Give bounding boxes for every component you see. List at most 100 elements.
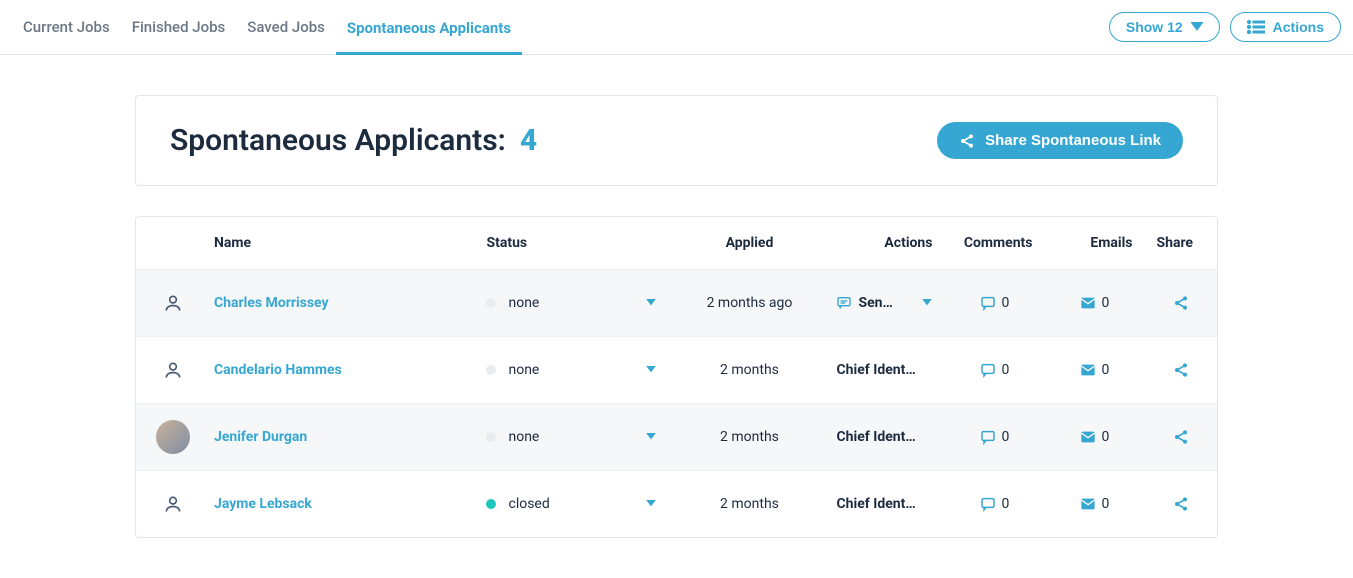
col-actions: Actions: [824, 217, 944, 270]
tab-spontaneous-applicants[interactable]: Spontaneous Applicants: [336, 1, 522, 55]
email-icon: [1080, 295, 1096, 311]
email-icon: [1080, 362, 1096, 378]
table-row: Jayme Lebsack closed 2 months Chief Ident… 0…: [136, 471, 1217, 538]
applied-text: 2 months: [674, 337, 824, 404]
share-link-button[interactable]: Share Spontaneous Link: [937, 122, 1183, 159]
table-row: Candelario Hammes none 2 months Chief Ident…: [136, 337, 1217, 404]
content-area: Spontaneous Applicants: 4 Share Spontane…: [0, 55, 1353, 578]
caret-down-icon: [646, 496, 656, 512]
comment-icon: [980, 429, 996, 445]
col-applied: Applied: [674, 217, 824, 270]
share-icon: [1173, 362, 1189, 378]
caret-down-icon: [922, 295, 932, 311]
email-icon: [1080, 496, 1096, 512]
status-text: none: [508, 429, 539, 445]
col-emails: Emails: [1044, 217, 1144, 270]
show-count-button[interactable]: Show 12: [1109, 12, 1220, 42]
status-dot-icon: [486, 365, 496, 375]
share-row-button[interactable]: [1173, 429, 1189, 445]
status-dot-icon: [486, 499, 496, 509]
tab-finished-jobs[interactable]: Finished Jobs: [121, 0, 237, 54]
applied-text: 2 months: [674, 404, 824, 471]
applied-text: 2 months ago: [674, 270, 824, 337]
avatar-cell: [136, 404, 202, 471]
action-dropdown[interactable]: Sen…: [836, 295, 932, 311]
emails-link[interactable]: 0: [1080, 295, 1110, 311]
list-icon: [1247, 20, 1265, 34]
emails-count: 0: [1102, 496, 1110, 512]
person-icon: [156, 353, 190, 387]
share-row-button[interactable]: [1173, 295, 1189, 311]
comments-count: 0: [1002, 295, 1010, 311]
emails-link[interactable]: 0: [1080, 496, 1110, 512]
status-dropdown[interactable]: none: [486, 429, 656, 445]
comments-link[interactable]: 0: [980, 295, 1010, 311]
share-icon: [1173, 496, 1189, 512]
actions-label: Actions: [1273, 19, 1324, 35]
action-text-wrap[interactable]: Chief Ident…: [836, 429, 932, 445]
emails-count: 0: [1102, 429, 1110, 445]
applicant-name-link[interactable]: Candelario Hammes: [214, 362, 342, 378]
share-icon: [1173, 429, 1189, 445]
emails-link[interactable]: 0: [1080, 362, 1110, 378]
chat-icon: [836, 295, 852, 311]
applicants-table-card: Name Status Applied Actions Comments Ema…: [135, 216, 1218, 538]
col-name: Name: [202, 217, 474, 270]
status-dot-icon: [486, 298, 496, 308]
col-comments: Comments: [944, 217, 1044, 270]
header-card: Spontaneous Applicants: 4 Share Spontane…: [135, 95, 1218, 186]
status-text: none: [508, 362, 539, 378]
applicant-name-link[interactable]: Charles Morrissey: [214, 295, 329, 311]
action-text: Sen…: [858, 295, 892, 311]
share-row-button[interactable]: [1173, 496, 1189, 512]
comment-icon: [980, 362, 996, 378]
tab-saved-jobs[interactable]: Saved Jobs: [236, 0, 336, 54]
action-text-wrap[interactable]: Chief Ident…: [836, 496, 932, 512]
applicant-name-link[interactable]: Jayme Lebsack: [214, 496, 312, 512]
caret-down-icon: [1191, 22, 1203, 32]
table-row: Jenifer Durgan none 2 months Chief Ident… 0 0: [136, 404, 1217, 471]
comment-icon: [980, 496, 996, 512]
status-dropdown[interactable]: closed: [486, 496, 656, 512]
applicants-table: Name Status Applied Actions Comments Ema…: [136, 217, 1217, 537]
col-status: Status: [474, 217, 674, 270]
share-row-button[interactable]: [1173, 362, 1189, 378]
share-icon: [1173, 295, 1189, 311]
person-icon: [156, 286, 190, 320]
share-link-label: Share Spontaneous Link: [985, 132, 1161, 149]
emails-count: 0: [1102, 295, 1110, 311]
comments-link[interactable]: 0: [980, 362, 1010, 378]
avatar-cell: [136, 337, 202, 404]
comment-icon: [980, 295, 996, 311]
avatar-cell: [136, 270, 202, 337]
email-icon: [1080, 429, 1096, 445]
comments-link[interactable]: 0: [980, 496, 1010, 512]
page-title: Spontaneous Applicants:: [170, 123, 506, 158]
action-text: Chief Ident…: [836, 429, 915, 445]
status-text: closed: [508, 496, 549, 512]
tab-current-jobs[interactable]: Current Jobs: [12, 0, 121, 54]
tabs-container: Current JobsFinished JobsSaved JobsSpont…: [12, 0, 522, 54]
action-text-wrap[interactable]: Chief Ident…: [836, 362, 932, 378]
action-text: Chief Ident…: [836, 362, 915, 378]
action-text: Chief Ident…: [836, 496, 915, 512]
comments-count: 0: [1002, 429, 1010, 445]
topbar: Current JobsFinished JobsSaved JobsSpont…: [0, 0, 1353, 55]
col-share: Share: [1144, 217, 1217, 270]
status-text: none: [508, 295, 539, 311]
emails-link[interactable]: 0: [1080, 429, 1110, 445]
comments-count: 0: [1002, 362, 1010, 378]
comments-link[interactable]: 0: [980, 429, 1010, 445]
share-icon: [959, 133, 975, 149]
emails-count: 0: [1102, 362, 1110, 378]
status-dropdown[interactable]: none: [486, 362, 656, 378]
applicant-name-link[interactable]: Jenifer Durgan: [214, 429, 307, 445]
comments-count: 0: [1002, 496, 1010, 512]
applied-text: 2 months: [674, 471, 824, 538]
status-dropdown[interactable]: none: [486, 295, 656, 311]
table-row: Charles Morrissey none 2 months ago Sen… 0 0: [136, 270, 1217, 337]
caret-down-icon: [646, 295, 656, 311]
avatar-image: [156, 420, 190, 454]
status-dot-icon: [486, 432, 496, 442]
actions-button[interactable]: Actions: [1230, 12, 1341, 42]
